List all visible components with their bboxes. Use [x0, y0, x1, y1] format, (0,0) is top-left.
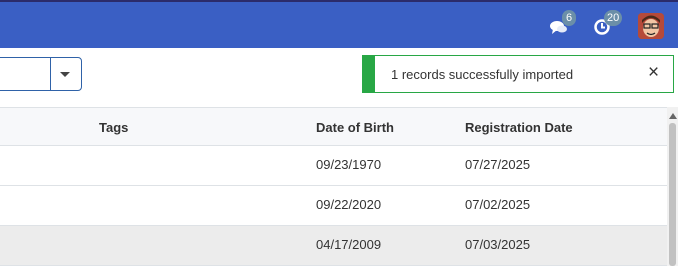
filter-dropdown[interactable]: [0, 57, 82, 91]
avatar-face-icon: [638, 13, 664, 39]
scrollbar-thumb[interactable]: [669, 123, 676, 266]
activities-menu[interactable]: 20: [593, 10, 627, 40]
table-row[interactable]: 09/23/1970 07/27/2025: [0, 146, 667, 186]
user-avatar[interactable]: [638, 13, 664, 39]
cell-date-of-birth: 09/22/2020: [316, 197, 382, 212]
toast-message: 1 records successfully imported: [391, 67, 574, 82]
cell-registration-date: 07/03/2025: [465, 237, 531, 252]
column-header-date-of-birth[interactable]: Date of Birth: [316, 120, 394, 135]
column-header-tags[interactable]: Tags: [99, 120, 128, 135]
cell-registration-date: 07/02/2025: [465, 197, 531, 212]
cell-date-of-birth: 09/23/1970: [316, 157, 382, 172]
toast-status-bar: [363, 56, 375, 92]
top-navbar: 6 20: [0, 0, 678, 48]
dropdown-divider: [50, 58, 51, 90]
messages-menu[interactable]: 6: [549, 10, 581, 40]
records-table: Tags Date of Birth Registration Date 09/…: [0, 107, 667, 266]
vertical-scrollbar[interactable]: [667, 107, 678, 266]
table-row[interactable]: 09/22/2020 07/02/2025: [0, 186, 667, 226]
scroll-up-arrow-icon[interactable]: [669, 113, 677, 119]
close-icon[interactable]: ×: [648, 62, 659, 84]
table-row[interactable]: 04/17/2009 07/03/2025: [0, 226, 667, 266]
caret-down-icon[interactable]: [60, 72, 70, 77]
messages-count-badge: 6: [562, 10, 576, 26]
table-header: Tags Date of Birth Registration Date: [0, 107, 667, 146]
success-toast: 1 records successfully imported ×: [362, 55, 674, 93]
column-header-registration-date[interactable]: Registration Date: [465, 120, 573, 135]
cell-date-of-birth: 04/17/2009: [316, 237, 382, 252]
cell-registration-date: 07/27/2025: [465, 157, 531, 172]
activities-count-badge: 20: [604, 10, 623, 26]
